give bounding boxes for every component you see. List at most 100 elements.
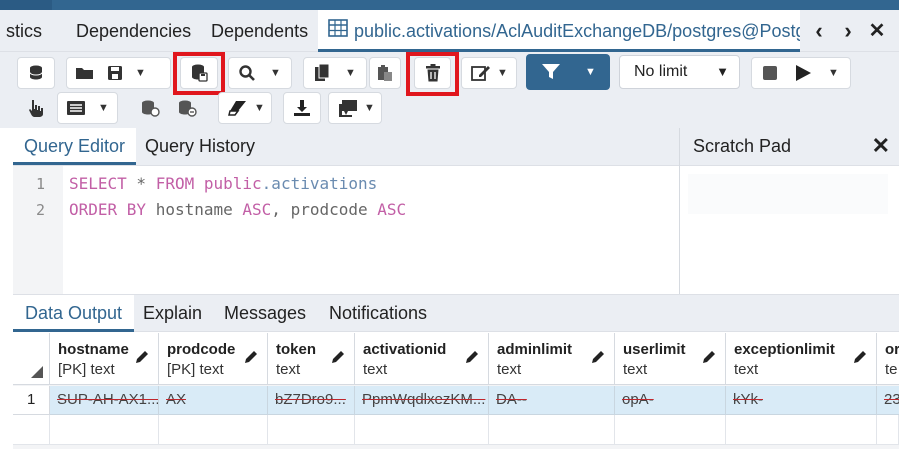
open-database-button[interactable] [17,57,55,89]
tab-label: Dependencies [76,21,192,41]
pencil-icon[interactable] [590,349,606,365]
table-cell[interactable]: 23 [877,386,899,415]
empty-row-cell [726,415,877,445]
commit-button[interactable] [133,92,167,124]
tab-dependents[interactable]: Dependents [199,10,320,52]
copy-dropdown-icon[interactable]: ▼ [345,67,356,79]
save-dropdown-icon[interactable]: ▼ [135,67,146,79]
sql-keyword: SELECT [69,174,127,193]
edit-button-group: ▼ [461,57,517,89]
close-icon[interactable]: ✕ [872,128,890,164]
explain-dropdown-icon[interactable]: ▼ [98,102,109,114]
pencil-icon[interactable] [464,349,480,365]
column-type: text [276,361,301,378]
chevron-down-icon: ▼ [716,64,729,79]
search-icon[interactable] [238,64,256,82]
table-cell[interactable]: kYk- [726,386,877,415]
column-header-prodcode[interactable]: prodcode [PK] text [159,333,268,385]
tab-label: Query Editor [24,136,126,156]
execute-dropdown-icon[interactable]: ▼ [828,67,839,79]
find-dropdown-icon[interactable]: ▼ [270,67,281,79]
filter-button[interactable]: ▼ [526,54,610,90]
window-accent [0,0,52,10]
tab-explain[interactable]: Explain [131,295,214,332]
sql-keyword: ASC [377,200,407,219]
macros-icon[interactable] [338,99,358,117]
column-name: adminlimit [497,341,573,358]
tab-label: Messages [224,303,307,323]
column-header-userlimit[interactable]: userlimit text [615,333,726,385]
column-header-partial[interactable]: or te [877,333,899,385]
tab-label: Explain [143,303,203,323]
file-button-group: ▼ [66,57,171,89]
tab-query-history[interactable]: Query History [134,128,266,165]
panel-tab-bar: stics Dependencies Dependents public.act… [0,10,899,52]
cell-value: 23 [884,391,899,408]
row-number[interactable]: 1 [13,386,50,415]
tab-query-activations[interactable]: public.activations/AclAuditExchangeDB/po… [318,10,800,52]
tab-scroll-left-icon[interactable]: ‹ [808,18,830,44]
edit-dropdown-icon[interactable]: ▼ [497,67,508,79]
cell-value: bZ7Dro9... [275,391,346,408]
close-tab-icon[interactable]: ✕ [866,18,888,44]
scratch-pad-header: Scratch Pad ✕ [680,128,899,166]
cell-value: opA- [622,391,654,408]
macros-dropdown-icon[interactable]: ▼ [364,102,375,114]
table-cell[interactable]: PpmWqdlxezKM... [355,386,489,415]
find-button-group: ▼ [228,57,292,89]
table-cell[interactable]: DA-- [489,386,615,415]
stop-icon[interactable] [762,65,778,81]
column-header-activationid[interactable]: activationid text [355,333,489,385]
tab-statistics[interactable]: stics [0,10,64,52]
pencil-icon[interactable] [134,349,150,365]
column-header-token[interactable]: token text [268,333,355,385]
filter-dropdown-icon[interactable]: ▼ [585,66,596,78]
pencil-icon[interactable] [243,349,259,365]
table-cell[interactable]: SUP-AH-AX1... [50,386,159,415]
pencil-icon[interactable] [330,349,346,365]
column-header-adminlimit[interactable]: adminlimit text [489,333,615,385]
rollback-button[interactable] [169,92,205,124]
sql-keyword: ORDER BY [69,200,147,219]
pencil-icon[interactable] [852,349,868,365]
explain-analyze-group: ▼ [57,92,118,124]
execute-icon[interactable] [794,64,812,82]
select-all-corner[interactable] [13,333,50,385]
sql-keyword: FROM [155,174,195,193]
open-folder-icon[interactable] [75,65,95,81]
list-icon[interactable] [66,100,86,116]
tab-query-editor[interactable]: Query Editor [13,128,137,165]
query-toolbar: ▼ ▼ ▼ ▼ ▼ No limit ▼ ▼ ▼ ▼ ▼ [0,52,899,128]
column-header-exceptionlimit[interactable]: exceptionlimit text [726,333,877,385]
table-cell[interactable]: bZ7Dro9... [268,386,355,415]
column-header-hostname[interactable]: hostname [PK] text [50,333,159,385]
sql-editor[interactable]: 1 2 SELECT * FROM public.activations ORD… [13,166,679,294]
tab-messages[interactable]: Messages [212,295,318,332]
paste-icon [378,65,392,81]
pencil-icon[interactable] [701,349,717,365]
table-cell[interactable]: AX [159,386,268,415]
column-name: hostname [58,341,129,358]
tab-dependencies[interactable]: Dependencies [64,10,203,52]
editor-gutter: 1 2 [13,166,63,294]
column-type: text [497,361,522,378]
tab-data-output[interactable]: Data Output [13,295,135,332]
row-limit-select[interactable]: No limit ▼ [619,55,740,89]
clear-dropdown-icon[interactable]: ▼ [254,102,265,114]
copy-icon[interactable] [313,63,331,83]
code-line-2: ORDER BY hostname ASC, prodcode ASC [69,200,406,219]
tab-notifications[interactable]: Notifications [317,295,439,332]
save-icon[interactable] [107,65,123,81]
scratch-pad-textarea[interactable] [688,174,888,214]
download-button[interactable] [283,92,321,124]
explain-button[interactable] [17,92,55,124]
table-icon [328,10,348,49]
download-icon [294,100,310,116]
edit-icon[interactable] [471,64,491,82]
tab-scroll-right-icon[interactable]: › [837,18,859,44]
table-cell[interactable]: opA- [615,386,726,415]
column-name: token [276,341,317,358]
paste-button[interactable] [369,57,401,89]
eraser-icon[interactable] [228,100,250,116]
window-top-strip [0,0,899,10]
